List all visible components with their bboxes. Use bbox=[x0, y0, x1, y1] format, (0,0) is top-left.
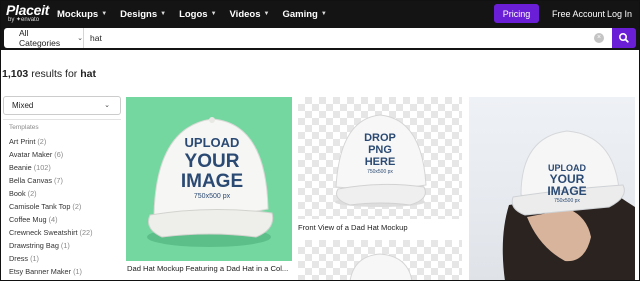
sort-dropdown-value: Mixed bbox=[12, 101, 34, 110]
free-account-link[interactable]: Free Account bbox=[552, 0, 605, 28]
drop-size: 750x500 px bbox=[367, 169, 393, 175]
templates-heading: Templates bbox=[9, 124, 39, 131]
facet-label: Bella Canvas bbox=[9, 176, 52, 185]
card-caption[interactable]: Dad Hat Mockup Featuring a Dad Hat in a … bbox=[127, 264, 293, 273]
facet-item-beanie[interactable]: Beanie (102) bbox=[9, 161, 93, 174]
nav-item-label: Mockups bbox=[57, 8, 99, 20]
search-bar-row: All Categories ⌄ × bbox=[0, 28, 640, 50]
facet-item-camisole-tank-top[interactable]: Camisole Tank Top (2) bbox=[9, 200, 93, 213]
logo-wordmark: Placeit bbox=[6, 2, 50, 18]
category-select[interactable]: All Categories ⌄ bbox=[4, 28, 84, 48]
nav-item-label: Videos bbox=[229, 8, 261, 20]
placeit-logo[interactable]: Placeit by ✦envato bbox=[6, 3, 49, 24]
facet-count: (4) bbox=[48, 215, 58, 224]
cap-image bbox=[349, 253, 413, 281]
facet-item-art-print[interactable]: Art Print (2) bbox=[9, 135, 93, 148]
model-cap-image: UPLOAD YOUR IMAGE 750x500 px bbox=[502, 130, 635, 281]
facet-item-etsy-banner-maker[interactable]: Etsy Banner Maker (1) bbox=[9, 265, 93, 278]
facet-item-book[interactable]: Book (2) bbox=[9, 187, 93, 200]
results-count: 1,103 bbox=[2, 68, 29, 80]
chevron-down-icon: ⌄ bbox=[77, 35, 83, 42]
category-select-value: All Categories bbox=[19, 28, 61, 48]
facet-label: Drawstring Bag bbox=[9, 241, 59, 250]
pricing-button[interactable]: Pricing bbox=[494, 4, 539, 23]
nav-item-logos[interactable]: Logos ▼ bbox=[179, 9, 216, 20]
facet-count: (2) bbox=[72, 202, 82, 211]
facet-count: (6) bbox=[54, 150, 64, 159]
nav-item-mockups[interactable]: Mockups ▼ bbox=[57, 9, 107, 20]
facet-item-dress[interactable]: Dress (1) bbox=[9, 252, 93, 265]
clear-search-icon[interactable]: × bbox=[594, 33, 604, 43]
nav-item-label: Designs bbox=[120, 8, 158, 20]
facet-label: Beanie bbox=[9, 163, 32, 172]
upload-size: 750x500 px bbox=[194, 193, 231, 200]
facet-count: (2) bbox=[27, 189, 37, 198]
nav-item-designs[interactable]: Designs ▼ bbox=[120, 9, 166, 20]
nav-item-label: Logos bbox=[179, 8, 208, 20]
results-term: hat bbox=[80, 68, 96, 80]
chevron-down-icon: ▼ bbox=[263, 11, 270, 17]
facet-item-crewneck-sweatshirt[interactable]: Crewneck Sweatshirt (22) bbox=[9, 226, 93, 239]
search-button[interactable] bbox=[612, 28, 636, 48]
drop-line: PNG bbox=[368, 144, 392, 156]
mockup-card-partial[interactable] bbox=[298, 240, 462, 281]
sidebar-divider bbox=[3, 119, 121, 120]
facet-count: (7) bbox=[54, 176, 63, 185]
chevron-down-icon: ⌄ bbox=[104, 102, 110, 109]
facet-label: Crewneck Sweatshirt bbox=[9, 228, 78, 237]
facet-label: Etsy Banner Maker bbox=[9, 267, 72, 276]
logo-byline: by ✦envato bbox=[8, 17, 40, 23]
nav-item-videos[interactable]: Videos ▼ bbox=[230, 9, 270, 20]
facet-count: (2) bbox=[37, 137, 47, 146]
card-caption[interactable]: Front View of a Dad Hat Mockup bbox=[298, 223, 462, 232]
facet-label: Avatar Maker bbox=[9, 150, 53, 159]
facet-label: Dress bbox=[9, 254, 29, 263]
chevron-down-icon: ▼ bbox=[320, 11, 327, 17]
chevron-down-icon: ▼ bbox=[210, 11, 217, 17]
mockup-card-woman-cap[interactable]: UPLOAD YOUR IMAGE 750x500 px bbox=[469, 97, 635, 281]
facet-count: (1) bbox=[30, 254, 39, 263]
upload-size: 750x500 px bbox=[554, 198, 580, 204]
drop-line: HERE bbox=[365, 156, 396, 168]
facet-item-avatar-maker[interactable]: Avatar Maker (6) bbox=[9, 148, 93, 161]
sort-dropdown[interactable]: Mixed ⌄ bbox=[3, 96, 121, 115]
search-input[interactable] bbox=[90, 28, 590, 48]
upload-line: IMAGE bbox=[547, 184, 586, 198]
drop-line: DROP bbox=[364, 132, 396, 144]
main-nav: Mockups ▼ Designs ▼ Logos ▼ Videos ▼ Gaming ▼ bbox=[57, 0, 340, 28]
upload-line: IMAGE bbox=[181, 171, 243, 192]
chevron-down-icon: ▼ bbox=[160, 11, 167, 17]
facet-count: (1) bbox=[73, 267, 82, 276]
chevron-down-icon: ▼ bbox=[101, 11, 108, 17]
cap-image: DROP PNG HERE 750x500 px bbox=[335, 114, 427, 207]
search-icon bbox=[619, 33, 629, 43]
facet-item-drawstring-bag[interactable]: Drawstring Bag (1) bbox=[9, 239, 93, 252]
nav-item-label: Gaming bbox=[282, 8, 318, 20]
search-box: All Categories ⌄ × bbox=[4, 28, 636, 48]
results-summary: 1,103 results for hat bbox=[2, 68, 96, 80]
facet-item-coffee-mug[interactable]: Coffee Mug (4) bbox=[9, 213, 93, 226]
facet-label: Book bbox=[9, 189, 26, 198]
facet-item-bella-canvas[interactable]: Bella Canvas (7) bbox=[9, 174, 93, 187]
facet-count: (1) bbox=[60, 241, 70, 250]
login-link[interactable]: Log In bbox=[607, 0, 632, 28]
facet-count: (102) bbox=[33, 163, 51, 172]
facet-label: Camisole Tank Top bbox=[9, 202, 71, 211]
upload-line: UPLOAD bbox=[185, 135, 240, 150]
top-nav-bar: Placeit by ✦envato Mockups ▼ Designs ▼ Log… bbox=[0, 0, 640, 28]
nav-item-gaming[interactable]: Gaming ▼ bbox=[282, 9, 326, 20]
cap-image: UPLOAD YOUR IMAGE 750x500 px bbox=[147, 117, 274, 247]
facet-label: Coffee Mug bbox=[9, 215, 47, 224]
template-facet-list: Art Print (2) Avatar Maker (6) Beanie (102)… bbox=[9, 135, 93, 278]
results-label: results for bbox=[28, 68, 81, 80]
mockup-card-dad-hat-front[interactable]: DROP PNG HERE 750x500 px bbox=[298, 97, 462, 219]
mockup-card-dad-hat-green[interactable]: UPLOAD YOUR IMAGE 750x500 px bbox=[126, 97, 292, 261]
facet-label: Art Print bbox=[9, 137, 36, 146]
facet-count: (22) bbox=[79, 228, 93, 237]
upload-line: YOUR bbox=[185, 151, 240, 172]
